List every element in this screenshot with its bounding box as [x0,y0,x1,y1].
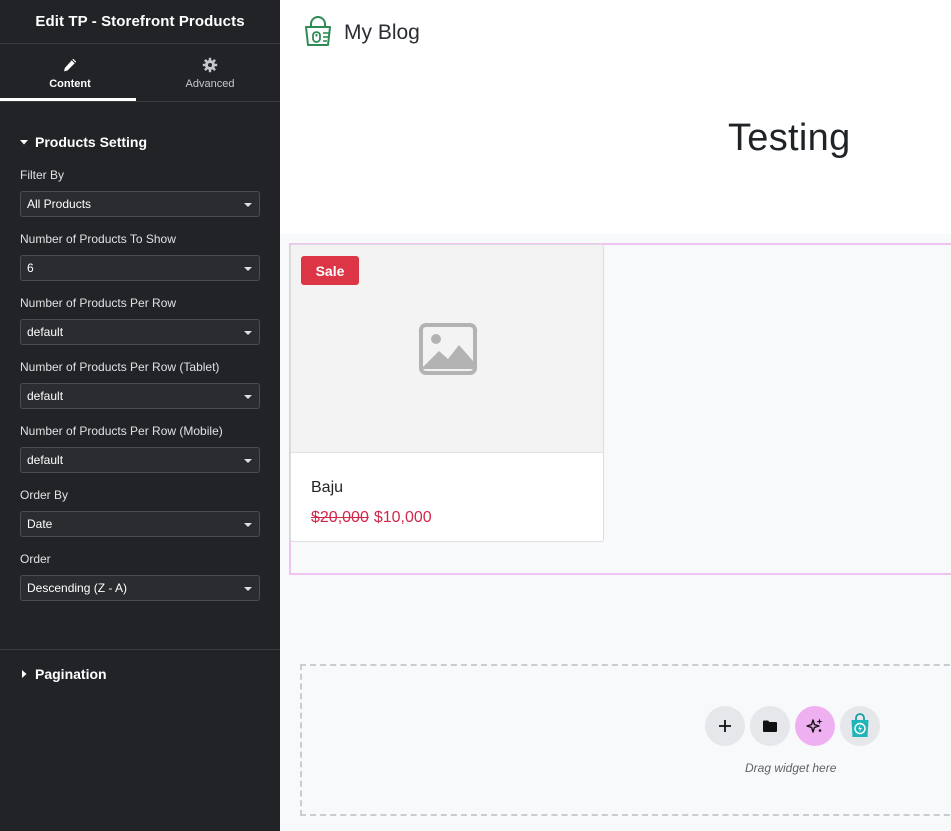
filter-by-select[interactable]: All Products [20,191,260,217]
products-to-show-select[interactable]: 6 [20,255,260,281]
store-plugin-button[interactable] [840,706,880,746]
order-by-select[interactable]: Date [20,511,260,537]
products-setting-fields: Filter By All Products Number of Product… [0,168,280,601]
folder-icon [763,720,777,732]
chevron-down-icon [244,395,252,399]
field-products-per-row: Number of Products Per Row default [0,296,280,345]
site-name[interactable]: My Blog [344,21,420,45]
preview-canvas: My Blog Testing Sale Baju $20,000 $10,000 [280,0,951,831]
price-old: $20,000 [311,509,369,526]
store-plugin-icon [851,713,869,737]
select-value: Date [27,517,53,531]
field-products-to-show: Number of Products To Show 6 [0,232,280,281]
products-per-row-select[interactable]: default [20,319,260,345]
panel-divider [0,649,280,650]
order-select[interactable]: Descending (Z - A) [20,575,260,601]
add-section-icon [719,720,731,732]
chevron-down-icon [244,267,252,271]
product-card[interactable]: Sale Baju $20,000 $10,000 [290,244,604,542]
field-label: Number of Products To Show [20,232,176,246]
select-value: default [27,389,64,403]
field-products-per-row-tablet: Number of Products Per Row (Tablet) defa… [0,360,280,409]
caret-down-icon [20,140,28,145]
field-label: Order [20,552,51,566]
section-products-title: Products Setting [35,134,148,150]
panel-tabs: Content Advanced [0,44,280,102]
products-per-row-tablet-select[interactable]: default [20,383,260,409]
field-order-by: Order By Date [0,488,280,537]
chevron-down-icon [244,203,252,207]
sparkle-ai-icon [806,718,823,733]
field-label: Order By [20,488,69,502]
field-order: Order Descending (Z - A) [0,552,280,601]
gear-icon [202,57,218,73]
field-label: Number of Products Per Row [20,296,177,310]
image-placeholder-icon [419,323,477,375]
drag-widget-hint: Drag widget here [745,761,837,775]
product-image[interactable]: Sale [291,245,603,453]
price-new: $10,000 [373,509,432,526]
add-section-button[interactable] [705,706,745,746]
select-value: default [27,325,64,339]
field-label: Number of Products Per Row (Mobile) [20,424,223,438]
select-value: Descending (Z - A) [27,581,128,595]
tab-advanced[interactable]: Advanced [140,44,280,101]
field-label: Number of Products Per Row (Tablet) [20,360,220,374]
pencil-icon [64,58,77,72]
caret-right-icon [22,670,27,678]
section-products-setting[interactable]: Products Setting [0,134,280,150]
add-template-button[interactable] [750,706,790,746]
field-label: Filter By [20,168,65,182]
tab-advanced-label: Advanced [185,78,235,90]
chevron-down-icon [244,523,252,527]
section-pagination[interactable]: Pagination [0,666,107,682]
editor-panel: Edit TP - Storefront Products Content Ad… [0,0,280,831]
product-price: $20,000 $10,000 [311,509,432,527]
shopping-bag-logo-icon[interactable] [302,16,334,48]
ai-generate-button[interactable] [795,706,835,746]
chevron-down-icon [244,331,252,335]
section-pagination-title: Pagination [35,666,107,682]
select-value: 6 [27,261,34,275]
select-value: All Products [27,197,92,211]
active-tab-indicator [0,98,136,101]
site-header: My Blog Testing [280,0,951,234]
panel-header: Edit TP - Storefront Products [0,0,280,44]
sale-badge: Sale [301,256,359,285]
page-title: Testing [728,117,851,159]
select-value: default [27,453,64,467]
field-filter-by: Filter By All Products [0,168,280,217]
chevron-down-icon [244,587,252,591]
products-per-row-mobile-select[interactable]: default [20,447,260,473]
field-products-per-row-mobile: Number of Products Per Row (Mobile) defa… [0,424,280,473]
chevron-down-icon [244,459,252,463]
tab-content[interactable]: Content [0,44,140,101]
panel-title: Edit TP - Storefront Products [35,13,245,30]
tab-content-label: Content [49,78,91,90]
product-name[interactable]: Baju [311,479,343,497]
